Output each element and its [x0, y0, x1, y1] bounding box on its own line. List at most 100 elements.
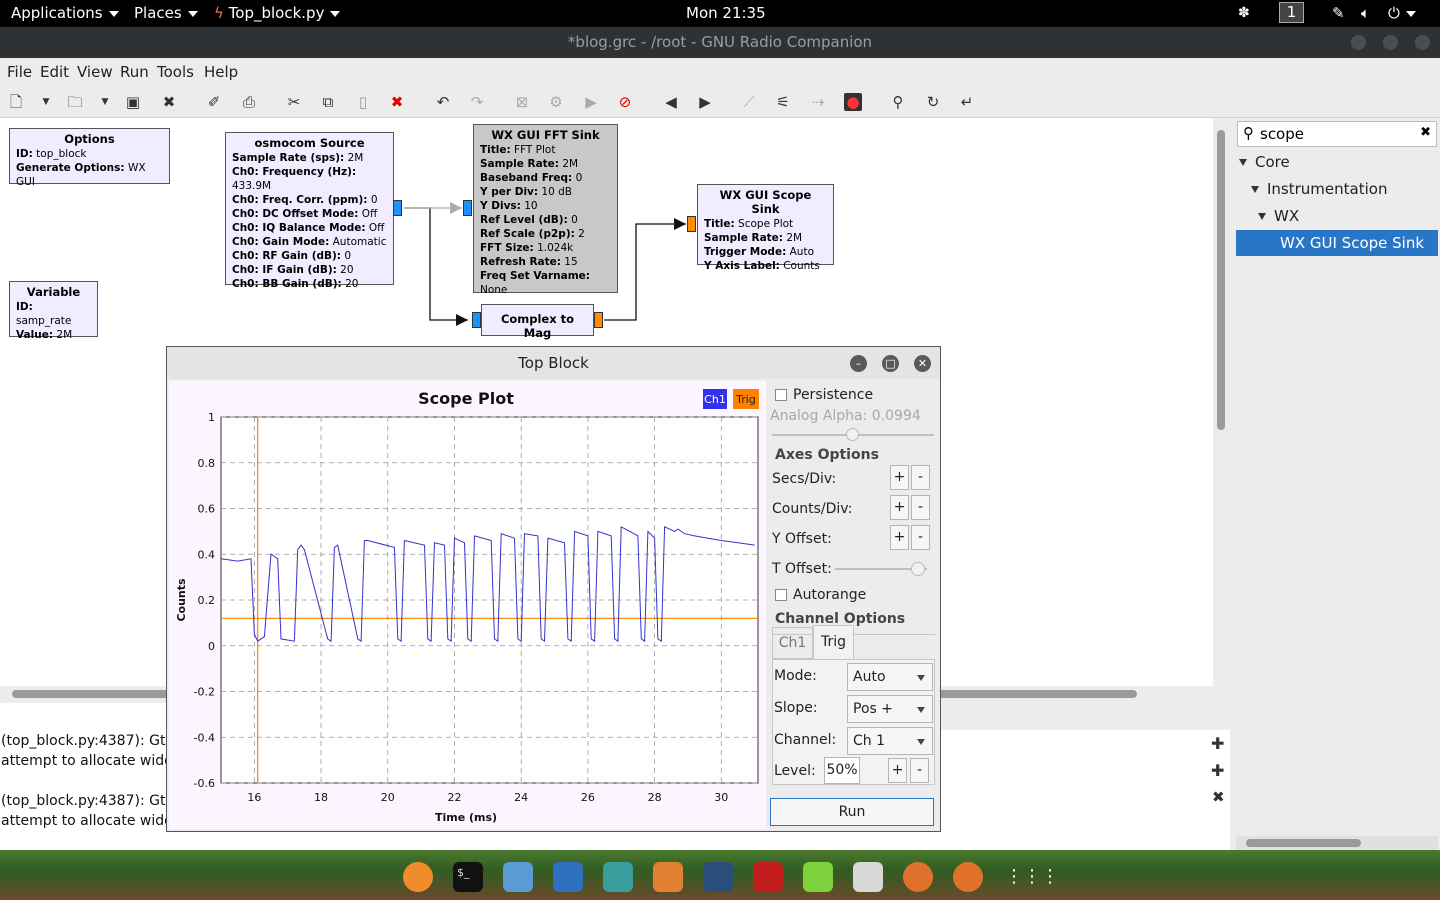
print-icon[interactable]: ⎙: [240, 93, 258, 111]
kill-icon[interactable]: ⊘: [616, 93, 634, 111]
scrollbar-thumb[interactable]: [1217, 130, 1225, 430]
t-offset-slider-handle[interactable]: [911, 562, 925, 576]
clear-icon[interactable]: ✖: [1420, 125, 1431, 140]
scope-sink-block[interactable]: WX GUI Scope Sink Title: Scope Plot Samp…: [697, 184, 834, 272]
new-icon[interactable]: 🗋︎: [7, 93, 25, 111]
channel-select[interactable]: Ch 1: [847, 727, 933, 755]
app-menu[interactable]: ϟ Top_block.py: [214, 4, 341, 22]
bypass-icon[interactable]: ⇢: [809, 93, 827, 111]
secs-div-plus-button[interactable]: +: [890, 465, 909, 490]
tree-item-wx-gui-scope-sink[interactable]: WX GUI Scope Sink: [1236, 230, 1438, 256]
keyboard-icon[interactable]: [853, 862, 883, 892]
maximize-button[interactable]: [1383, 35, 1398, 50]
expander-icon[interactable]: [1258, 213, 1266, 220]
minimize-button[interactable]: [1351, 35, 1366, 50]
workspace-indicator[interactable]: 1: [1279, 2, 1304, 23]
tree-item-core[interactable]: Core: [1236, 149, 1438, 175]
menu-help[interactable]: Help: [204, 63, 238, 81]
block-search[interactable]: ⚲ scope ✖: [1237, 121, 1437, 147]
app-grid-icon[interactable]: ⋮⋮⋮: [1005, 862, 1059, 892]
persistence-checkbox[interactable]: Persistence: [775, 387, 873, 403]
menu-run[interactable]: Run: [120, 63, 149, 81]
minimize-button[interactable]: –: [850, 355, 867, 372]
fft-sink-block[interactable]: WX GUI FFT Sink Title: FFT Plot Sample R…: [473, 124, 618, 296]
close-button[interactable]: ✕: [914, 355, 931, 372]
osmocom-source-block[interactable]: osmocom Source Sample Rate (sps): 2M Ch0…: [225, 132, 394, 290]
menu-tools[interactable]: Tools: [157, 63, 194, 81]
open-icon[interactable]: 🗀︎: [66, 93, 84, 111]
tree-item-wx[interactable]: WX: [1236, 203, 1438, 229]
places-menu[interactable]: Places: [134, 4, 198, 22]
level-plus-button[interactable]: +: [888, 758, 907, 783]
expander-icon[interactable]: [1251, 186, 1259, 193]
input-port[interactable]: [687, 216, 696, 232]
counts-div-minus-button[interactable]: -: [911, 495, 930, 520]
cut-icon[interactable]: ✂: [285, 93, 303, 111]
reload-icon[interactable]: ↻: [924, 93, 942, 111]
terminal-icon[interactable]: $_: [453, 862, 483, 892]
clock[interactable]: Mon 21:35: [686, 4, 766, 22]
tab-ch1[interactable]: Ch1: [772, 627, 813, 659]
network-icon[interactable]: ✎: [1332, 4, 1345, 22]
canvas-vertical-scrollbar[interactable]: [1213, 118, 1230, 686]
close-file-icon[interactable]: ✖: [160, 93, 178, 111]
counts-div-plus-button[interactable]: +: [890, 495, 909, 520]
slope-select[interactable]: Pos +: [847, 695, 933, 723]
autorange-checkbox[interactable]: Autorange: [775, 587, 866, 603]
faraday-icon[interactable]: [753, 862, 783, 892]
save-icon[interactable]: ▣: [124, 93, 142, 111]
checkbox-icon[interactable]: [775, 589, 787, 601]
maximize-button[interactable]: □: [882, 355, 899, 372]
level-minus-button[interactable]: -: [910, 758, 929, 783]
output-port[interactable]: [393, 200, 402, 216]
enable-icon[interactable]: ⟋: [740, 93, 758, 111]
files-icon[interactable]: [503, 862, 533, 892]
tree-item-instrumentation[interactable]: Instrumentation: [1236, 176, 1438, 202]
menu-view[interactable]: View: [77, 63, 113, 81]
burpsuite-icon[interactable]: [653, 862, 683, 892]
y-offset-minus-button[interactable]: -: [911, 525, 930, 550]
chevron-down-icon[interactable]: ▼: [37, 93, 55, 111]
run-button[interactable]: Run: [770, 798, 934, 826]
level-input[interactable]: 50%: [824, 757, 860, 784]
metasploit-icon[interactable]: [553, 862, 583, 892]
gnuradio-icon[interactable]: [953, 862, 983, 892]
secs-div-minus-button[interactable]: -: [911, 465, 930, 490]
volume-icon[interactable]: 🔈︎: [1361, 4, 1370, 22]
paste-icon[interactable]: ▯: [354, 93, 372, 111]
remove-icon[interactable]: ✖: [1212, 788, 1225, 806]
menu-edit[interactable]: Edit: [40, 63, 69, 81]
firefox-icon[interactable]: [403, 862, 433, 892]
armitage-icon[interactable]: [603, 862, 633, 892]
execute-icon[interactable]: ▶: [582, 93, 600, 111]
power-icon[interactable]: ⏻: [1388, 4, 1416, 22]
screen-capture-icon[interactable]: ✐: [205, 93, 223, 111]
search-input[interactable]: scope: [1260, 125, 1304, 143]
output-port[interactable]: [594, 312, 603, 328]
redo-icon[interactable]: ↷: [468, 93, 486, 111]
copy-icon[interactable]: ⧉: [319, 93, 337, 111]
rotate-cw-icon[interactable]: ▶: [696, 93, 714, 111]
complex-to-mag-block[interactable]: Complex to Mag: [481, 304, 594, 340]
alpha-slider-handle[interactable]: [846, 428, 859, 441]
y-offset-plus-button[interactable]: +: [890, 525, 909, 550]
menu-file[interactable]: File: [7, 63, 32, 81]
scrollbar-thumb[interactable]: [1246, 839, 1361, 847]
scope-chart[interactable]: Scope Plot Ch1 Trig 16 18 20 22 24 26 28 30 1 0.8…: [169, 381, 766, 829]
return-icon[interactable]: ↵: [958, 93, 976, 111]
panel-scrollbar[interactable]: [1236, 836, 1438, 850]
delete-icon[interactable]: ✖: [388, 93, 406, 111]
options-block[interactable]: Options ID: top_block Generate Options: …: [9, 128, 170, 188]
input-port[interactable]: [463, 200, 472, 216]
gnuradio-icon[interactable]: [903, 862, 933, 892]
rotate-ccw-icon[interactable]: ◀: [662, 93, 680, 111]
checkbox-icon[interactable]: [775, 389, 787, 401]
applications-menu[interactable]: Applications: [11, 4, 119, 22]
maltego-icon[interactable]: [703, 862, 733, 892]
mode-select[interactable]: Auto: [847, 663, 933, 691]
screenshot-icon[interactable]: ✽: [1238, 5, 1250, 21]
find-icon[interactable]: ⚲: [889, 93, 907, 111]
scope-plot[interactable]: Scope Plot Ch1 Trig 16 18 20 22 24 26 28 30 1 0.8…: [169, 381, 766, 829]
tab-trig[interactable]: Trig: [813, 625, 854, 659]
add-icon[interactable]: ✚: [1211, 734, 1224, 753]
